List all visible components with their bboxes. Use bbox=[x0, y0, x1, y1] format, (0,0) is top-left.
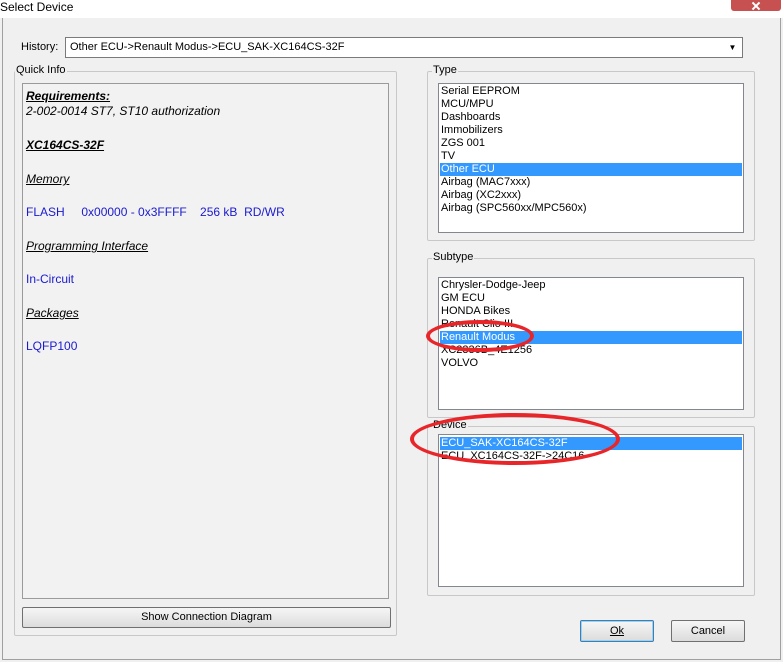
subtype-listbox[interactable]: Chrysler-Dodge-Jeep GM ECU HONDA Bikes Rena… bbox=[438, 277, 744, 410]
programming-value: In-Circuit bbox=[26, 272, 75, 286]
device-list-item[interactable]: ECU_SAK-XC164CS-32F bbox=[440, 437, 742, 450]
type-list-item[interactable]: Other ECU bbox=[440, 163, 742, 176]
memory-line: FLASH 0x00000 - 0x3FFFF 256 kB RD/WR bbox=[26, 205, 285, 219]
type-list-item[interactable]: TV bbox=[440, 150, 742, 163]
device-name-heading: XC164CS-32F bbox=[26, 138, 105, 152]
requirements-text: 2-002-0014 ST7, ST10 authorization bbox=[26, 104, 221, 118]
device-title: Device bbox=[432, 419, 468, 431]
programming-heading: Programming Interface bbox=[26, 239, 149, 253]
history-combobox[interactable]: Other ECU->Renault Modus->ECU_SAK-XC164C… bbox=[65, 37, 743, 58]
type-list-item[interactable]: Immobilizers bbox=[440, 124, 742, 137]
type-list-item[interactable]: Airbag (MAC7xxx) bbox=[440, 176, 742, 189]
subtype-list-item[interactable]: GM ECU bbox=[440, 292, 742, 305]
type-list-item[interactable]: Airbag (XC2xxx) bbox=[440, 189, 742, 202]
cancel-button-label: Cancel bbox=[690, 625, 726, 637]
subtype-list-item[interactable]: Renault Clio III bbox=[440, 318, 742, 331]
type-list-item[interactable]: Serial EEPROM bbox=[440, 85, 742, 98]
show-connection-diagram-button[interactable]: Show Connection Diagram bbox=[22, 607, 391, 628]
history-value: Other ECU->Renault Modus->ECU_SAK-XC164C… bbox=[70, 41, 345, 53]
device-listbox[interactable]: ECU_SAK-XC164CS-32F ECU_XC164CS-32F->24C1… bbox=[438, 434, 744, 587]
device-list-item[interactable]: ECU_XC164CS-32F->24C16 bbox=[440, 450, 742, 463]
close-icon[interactable] bbox=[731, 0, 781, 11]
requirements-heading: Requirements: bbox=[26, 89, 111, 103]
title-bar: Select Device bbox=[0, 0, 783, 18]
subtype-list-item[interactable]: Renault Modus bbox=[440, 331, 742, 344]
subtype-list-item[interactable]: Chrysler-Dodge-Jeep bbox=[440, 279, 742, 292]
packages-heading: Packages bbox=[26, 306, 79, 320]
history-label: History: bbox=[21, 41, 59, 53]
ok-button-label: Ok bbox=[609, 625, 625, 637]
subtype-list-item[interactable]: VOLVO bbox=[440, 357, 742, 370]
type-list-item[interactable]: Dashboards bbox=[440, 111, 742, 124]
type-list-item[interactable]: MCU/MPU bbox=[440, 98, 742, 111]
type-listbox[interactable]: Serial EEPROM MCU/MPU Dashboards Immobilize… bbox=[438, 83, 744, 233]
quick-info-panel: Requirements: 2-002-0014 ST7, ST10 autho… bbox=[22, 83, 389, 599]
subtype-list-item[interactable]: XC2336B_4E1256 bbox=[440, 344, 742, 357]
ok-button[interactable]: Ok bbox=[580, 620, 654, 642]
memory-heading: Memory bbox=[26, 172, 70, 186]
packages-value: LQFP100 bbox=[26, 339, 78, 353]
window-title: Select Device bbox=[0, 0, 74, 14]
cancel-button[interactable]: Cancel bbox=[671, 620, 745, 642]
chevron-down-icon[interactable]: ▼ bbox=[726, 42, 739, 54]
type-title: Type bbox=[432, 64, 458, 76]
type-list-item[interactable]: ZGS 001 bbox=[440, 137, 742, 150]
subtype-list-item[interactable]: HONDA Bikes bbox=[440, 305, 742, 318]
quick-info-title: Quick Info bbox=[15, 64, 67, 76]
subtype-title: Subtype bbox=[432, 251, 475, 263]
type-list-item[interactable]: Airbag (SPC560xx/MPC560x) bbox=[440, 202, 742, 215]
